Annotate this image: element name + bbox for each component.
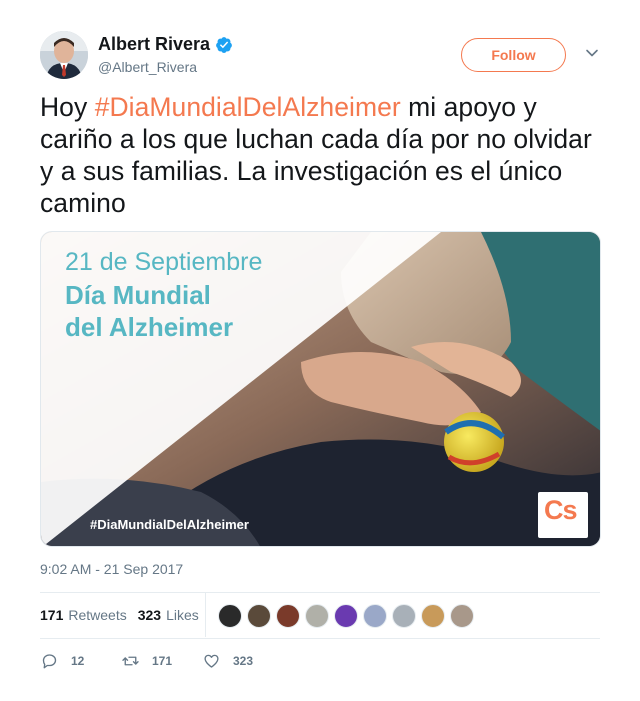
likes-count[interactable]: 323 [138,607,161,623]
heart-icon [204,654,219,668]
liker-avatar[interactable] [334,604,358,628]
tweet-text-before: Hoy [40,92,95,122]
avatar[interactable] [40,31,88,79]
author-name[interactable]: Albert Rivera [98,34,210,55]
liker-avatar[interactable] [421,604,445,628]
reply-count: 12 [71,654,85,668]
liker-avatar[interactable] [392,604,416,628]
liker-avatar[interactable] [276,604,300,628]
liker-avatar[interactable] [247,604,271,628]
retweets-label[interactable]: Retweets [68,607,126,623]
stats-separator [205,593,206,637]
liker-avatar[interactable] [305,604,329,628]
author-name-row: Albert Rivera [98,34,233,55]
media-title-line2: del Alzheimer [65,312,234,342]
ciudadanos-logo: Cs [538,492,588,538]
tweet-header: Albert Rivera @Albert_Rivera Follow [40,31,600,79]
retweet-count: 171 [152,654,173,668]
retweet-icon [122,656,139,666]
tweet-timestamp[interactable]: 9:02 AM - 21 Sep 2017 [40,561,183,577]
divider [40,592,600,593]
tweet-stats: 171 Retweets 323 Likes [40,607,210,623]
retweet-action[interactable]: 171 [121,652,172,670]
liker-avatars [218,604,479,628]
retweets-count[interactable]: 171 [40,607,63,623]
chevron-down-icon[interactable] [585,46,599,60]
liker-avatar[interactable] [450,604,474,628]
logo-text: Cs [544,495,578,525]
reply-action[interactable]: 12 [40,652,84,670]
tweet-actions: 12 171 323 [40,652,340,672]
tweet-hashtag-link[interactable]: #DiaMundialDelAlzheimer [95,92,401,122]
likes-label[interactable]: Likes [166,607,199,623]
divider [40,638,600,639]
media-hashtag: #DiaMundialDelAlzheimer [90,517,249,532]
tweet-image[interactable]: 21 de Septiembre Día Mundial del Alzheim… [40,231,601,547]
follow-button[interactable]: Follow [461,38,566,72]
author-handle[interactable]: @Albert_Rivera [98,59,197,75]
media-date-text: 21 de Septiembre [65,248,263,276]
tweet-text: Hoy #DiaMundialDelAlzheimer mi apoyo y c… [40,91,612,219]
reply-icon [42,654,57,669]
media-title-line1: Día Mundial [65,280,211,310]
like-action[interactable]: 323 [202,652,253,670]
liker-avatar[interactable] [363,604,387,628]
verified-badge-icon [216,36,232,53]
like-count: 323 [233,654,254,668]
liker-avatar[interactable] [218,604,242,628]
